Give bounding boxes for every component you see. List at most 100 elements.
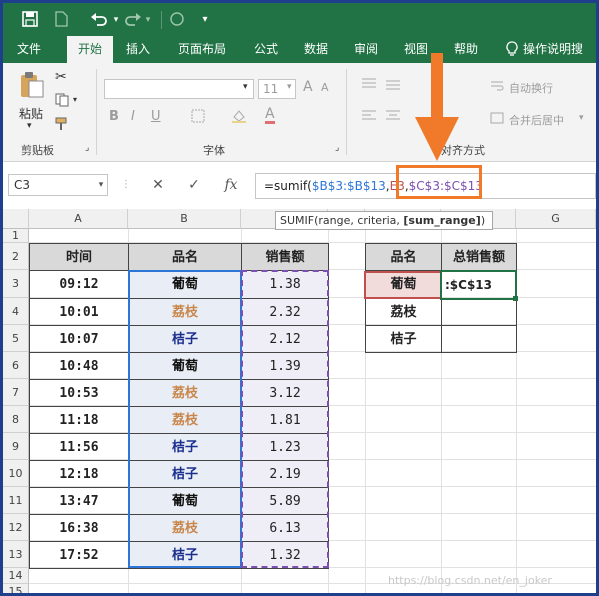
tell-me-search[interactable]: 操作说明搜 — [523, 36, 596, 63]
copy-icon[interactable] — [55, 93, 71, 110]
borders-icon[interactable] — [191, 109, 205, 126]
copy-dropdown-icon[interactable]: ▾ — [73, 95, 77, 104]
time-cell[interactable]: 10:01 — [29, 298, 129, 326]
watermark: https://blog.csdn.net/en_joker — [388, 574, 552, 587]
tab-review[interactable]: 审阅 — [343, 36, 389, 63]
summary-total-cell[interactable] — [441, 325, 517, 353]
time-cell[interactable]: 10:48 — [29, 352, 129, 380]
select-all-corner[interactable] — [3, 209, 29, 229]
enter-icon[interactable]: ✓ — [183, 175, 205, 195]
time-cell[interactable]: 12:18 — [29, 460, 129, 488]
time-cell[interactable]: 16:38 — [29, 514, 129, 542]
font-launcher-icon[interactable]: ⌟ — [335, 143, 339, 153]
column-header-a[interactable]: A — [29, 209, 128, 229]
bold-button[interactable]: B — [109, 109, 119, 124]
table-header-cell: 品名 — [128, 243, 242, 271]
highlight-annotation-box — [396, 165, 482, 199]
new-doc-icon[interactable] — [51, 11, 71, 29]
row-header[interactable]: 15 — [3, 584, 29, 593]
column-header-g[interactable]: G — [516, 209, 596, 229]
row-header[interactable]: 2 — [3, 243, 29, 270]
circle-icon[interactable] — [167, 11, 187, 29]
function-tooltip: SUMIF(range, criteria, [sum_range]) — [275, 211, 493, 230]
paste-dropdown-icon[interactable]: ▾ — [27, 121, 32, 131]
name-box-dropdown-icon[interactable]: ▾ — [95, 175, 107, 195]
fill-handle[interactable] — [513, 296, 518, 301]
wrap-text-icon[interactable] — [490, 79, 504, 96]
tab-page-layout[interactable]: 页面布局 — [165, 36, 239, 63]
italic-button[interactable]: I — [131, 109, 135, 124]
name-box[interactable]: C3 — [8, 174, 108, 196]
paste-button-label[interactable]: 粘贴 — [19, 105, 43, 122]
font-name-dropdown-icon[interactable]: ▾ — [243, 82, 248, 92]
insert-function-icon[interactable]: fx — [219, 175, 243, 195]
row-header[interactable]: 3 — [3, 270, 29, 298]
row-header[interactable]: 4 — [3, 298, 29, 325]
summary-header-cell: 品名 — [365, 243, 442, 271]
undo-dropdown-icon[interactable]: ▾ — [111, 11, 121, 29]
align-top-icon[interactable] — [361, 77, 377, 94]
range-b-highlight — [128, 270, 242, 568]
row-header[interactable]: 12 — [3, 514, 29, 541]
row-header[interactable]: 11 — [3, 487, 29, 514]
customize-qat-icon[interactable]: ▾ — [199, 11, 211, 29]
format-painter-icon[interactable] — [55, 117, 71, 134]
cancel-icon[interactable]: ✕ — [147, 175, 169, 195]
row-header[interactable]: 6 — [3, 352, 29, 379]
formula-range-arg: $B$3:$B$13 — [311, 179, 386, 193]
clipboard-launcher-icon[interactable]: ⌟ — [85, 143, 89, 153]
time-cell[interactable]: 09:12 — [29, 270, 129, 299]
merge-dropdown-icon[interactable]: ▾ — [579, 113, 584, 123]
column-header-b[interactable]: B — [128, 209, 241, 229]
align-left-icon[interactable] — [361, 109, 377, 126]
summary-product-cell[interactable]: 荔枝 — [365, 298, 442, 326]
row-header[interactable]: 9 — [3, 433, 29, 460]
annotation-arrow-icon — [415, 53, 459, 161]
undo-icon[interactable] — [87, 11, 111, 29]
row-header[interactable]: 14 — [3, 568, 29, 584]
range-c-highlight — [241, 270, 329, 568]
row-header[interactable]: 5 — [3, 325, 29, 352]
lightbulb-icon[interactable] — [503, 36, 521, 63]
align-middle-icon[interactable] — [385, 77, 401, 94]
shrink-font-icon[interactable]: A — [321, 81, 329, 94]
font-name-combo[interactable] — [104, 79, 254, 99]
summary-total-cell[interactable] — [441, 298, 517, 326]
tab-home[interactable]: 开始 — [67, 36, 113, 63]
time-cell[interactable]: 17:52 — [29, 541, 129, 569]
formula-bar-grip-icon: ⋮ — [121, 179, 131, 190]
ribbon: 粘贴 ▾ ✂ ▾ 剪贴板 ⌟ ▾ 11 ▾ A A B I U A 字体 ⌟ 自… — [3, 63, 596, 162]
time-cell[interactable]: 11:56 — [29, 433, 129, 461]
summary-header-cell: 总销售额 — [441, 243, 517, 271]
grow-font-icon[interactable]: A — [303, 79, 313, 95]
cut-icon[interactable]: ✂ — [55, 69, 67, 85]
tab-insert[interactable]: 插入 — [115, 36, 161, 63]
row-header[interactable]: 8 — [3, 406, 29, 433]
time-cell[interactable]: 10:07 — [29, 325, 129, 353]
tab-file[interactable]: 文件 — [7, 36, 51, 63]
merge-center-icon[interactable] — [490, 111, 504, 128]
paste-icon[interactable] — [17, 71, 49, 99]
row-header[interactable]: 10 — [3, 460, 29, 487]
tab-formulas[interactable]: 公式 — [243, 36, 289, 63]
time-cell[interactable]: 11:18 — [29, 406, 129, 434]
underline-button[interactable]: U — [151, 109, 161, 124]
group-separator — [346, 69, 347, 155]
row-header[interactable]: 13 — [3, 541, 29, 568]
time-cell[interactable]: 13:47 — [29, 487, 129, 515]
formula-prefix: =sumif( — [264, 179, 312, 193]
fill-color-icon[interactable] — [231, 109, 247, 126]
wrap-text-button[interactable]: 自动换行 — [509, 80, 553, 96]
align-center-icon[interactable] — [385, 109, 401, 126]
redo-icon[interactable] — [123, 11, 143, 29]
time-cell[interactable]: 10:53 — [29, 379, 129, 407]
tab-data[interactable]: 数据 — [293, 36, 339, 63]
row-header[interactable]: 7 — [3, 379, 29, 406]
redo-dropdown-icon[interactable]: ▾ — [143, 11, 153, 29]
save-icon[interactable] — [19, 11, 41, 29]
font-size-dropdown-icon[interactable]: ▾ — [287, 82, 292, 92]
summary-product-cell[interactable]: 桔子 — [365, 325, 442, 353]
row-header[interactable]: 1 — [3, 229, 29, 243]
font-color-button[interactable]: A — [265, 107, 275, 124]
merge-center-button[interactable]: 合并后居中 — [509, 112, 564, 128]
